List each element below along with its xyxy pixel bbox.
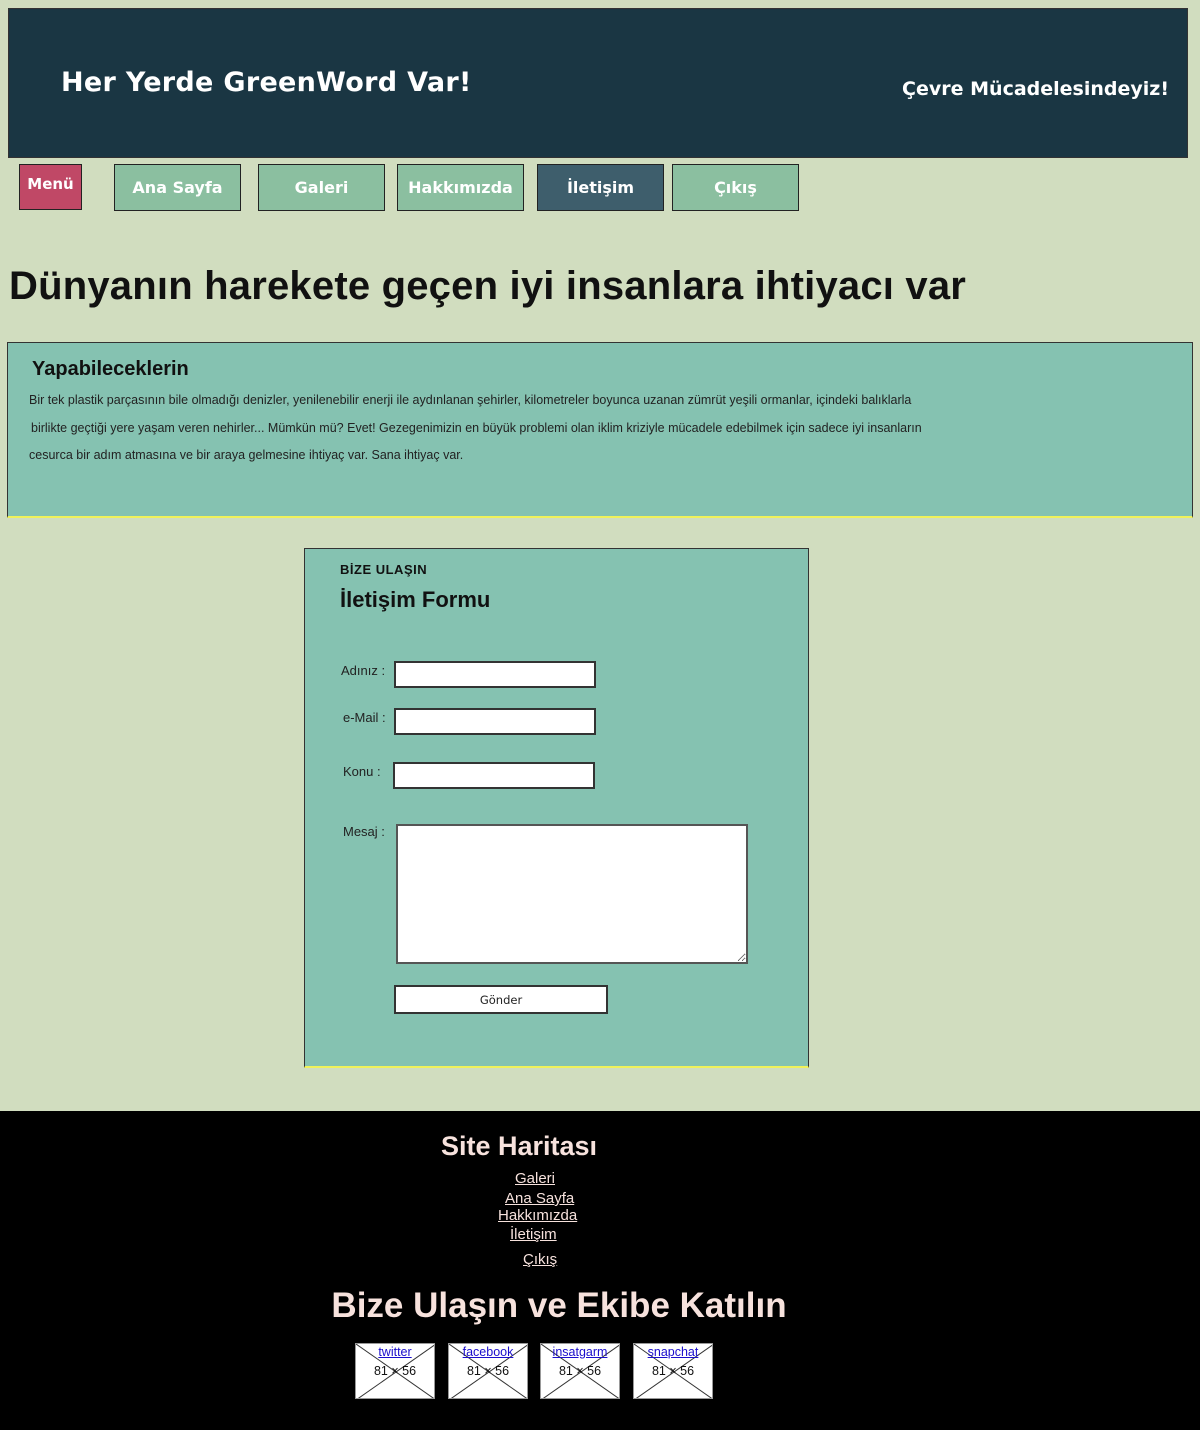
contact-form-panel: BİZE ULAŞIN İletişim Formu Adınız : e-Ma…	[304, 548, 809, 1068]
name-label: Adınız :	[341, 663, 386, 678]
join-title: Bize Ulaşın ve Ekibe Katılın	[331, 1286, 787, 1325]
email-label: e-Mail :	[343, 710, 386, 725]
info-text-line: cesurca bir adım atmasına ve bir araya g…	[29, 448, 464, 462]
info-panel: Yapabileceklerin Bir tek plastik parçası…	[7, 342, 1193, 518]
instagram-link[interactable]: insatgarm	[541, 1345, 619, 1359]
sitemap-link-home[interactable]: Ana Sayfa	[505, 1190, 574, 1207]
image-size-label: 81 × 56	[558, 1364, 602, 1378]
name-input[interactable]	[394, 661, 596, 688]
site-footer: Site Haritası Galeri Ana Sayfa Hakkımızd…	[0, 1111, 1200, 1430]
sitemap-title: Site Haritası	[440, 1131, 598, 1161]
info-text-line: birlikte geçtiği yere yaşam veren nehirl…	[31, 421, 922, 435]
info-heading: Yapabileceklerin	[32, 358, 189, 380]
submit-button[interactable]: Gönder	[394, 985, 608, 1014]
snapchat-image-placeholder[interactable]: snapchat 81 × 56	[633, 1343, 713, 1399]
email-input[interactable]	[394, 708, 596, 735]
twitter-image-placeholder[interactable]: twitter 81 × 56	[355, 1343, 435, 1399]
sitemap-link-about[interactable]: Hakkımızda	[498, 1207, 577, 1224]
form-kicker: BİZE ULAŞIN	[340, 562, 428, 577]
sitemap-link-contact[interactable]: İletişim	[510, 1226, 557, 1243]
subject-input[interactable]	[393, 762, 595, 789]
snapchat-link[interactable]: snapchat	[634, 1345, 712, 1359]
page-title: Dünyanın harekete geçen iyi insanlara ih…	[9, 264, 967, 308]
site-brand: Her Yerde GreenWord Var!	[61, 67, 472, 98]
info-text-line: Bir tek plastik parçasının bile olmadığı…	[29, 393, 912, 407]
nav-home-button[interactable]: Ana Sayfa	[114, 164, 241, 211]
form-title: İletişim Formu	[340, 587, 491, 612]
sitemap-link-logout[interactable]: Çıkış	[523, 1251, 557, 1268]
instagram-image-placeholder[interactable]: insatgarm 81 × 56	[540, 1343, 620, 1399]
subject-label: Konu :	[343, 764, 381, 779]
image-size-label: 81 × 56	[651, 1364, 695, 1378]
nav-about-button[interactable]: Hakkımızda	[397, 164, 524, 211]
nav-contact-button[interactable]: İletişim	[537, 164, 664, 211]
image-size-label: 81 × 56	[373, 1364, 417, 1378]
site-header: Her Yerde GreenWord Var! Çevre Mücadeles…	[8, 8, 1188, 158]
facebook-image-placeholder[interactable]: facebook 81 × 56	[448, 1343, 528, 1399]
sitemap-link-gallery[interactable]: Galeri	[515, 1170, 555, 1187]
twitter-link[interactable]: twitter	[356, 1345, 434, 1359]
nav-logout-button[interactable]: Çıkış	[672, 164, 799, 211]
site-slogan: Çevre Mücadelesindeyiz!	[902, 78, 1169, 100]
image-size-label: 81 × 56	[466, 1364, 510, 1378]
nav-gallery-button[interactable]: Galeri	[258, 164, 385, 211]
message-textarea[interactable]	[396, 824, 748, 964]
message-label: Mesaj :	[343, 824, 385, 839]
menu-button[interactable]: Menü	[19, 164, 82, 210]
facebook-link[interactable]: facebook	[449, 1345, 527, 1359]
